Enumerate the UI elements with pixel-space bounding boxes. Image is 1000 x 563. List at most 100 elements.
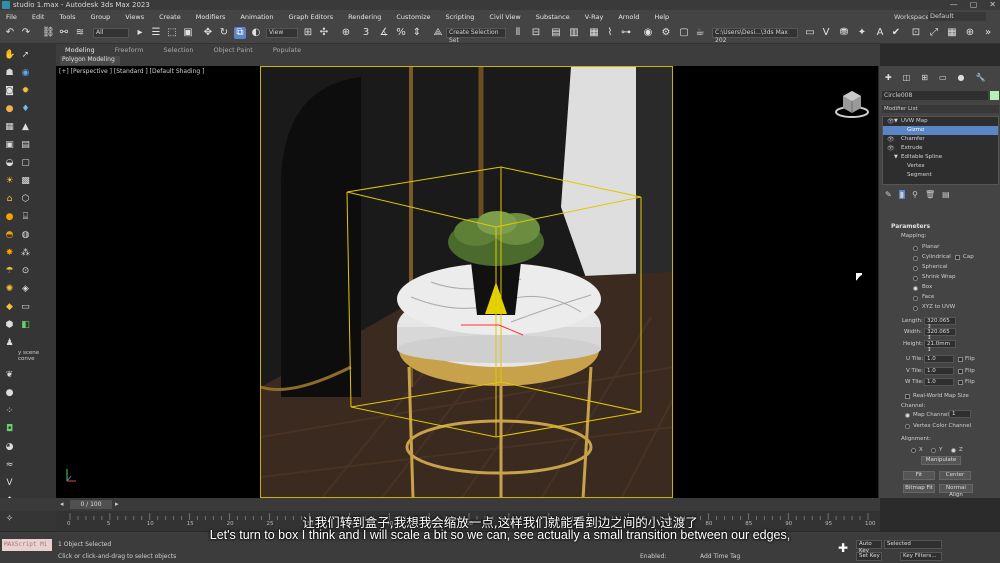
marker-icon[interactable]: ◘ xyxy=(4,424,15,434)
bitmap-fit-button[interactable]: Bitmap Fit xyxy=(903,484,935,493)
map-channel-radio[interactable] xyxy=(905,413,910,418)
expand-icon[interactable]: ⤢ xyxy=(928,27,940,39)
render-setup-icon[interactable]: ⚙ xyxy=(660,27,672,39)
menu-animation[interactable]: Animation xyxy=(240,13,273,21)
v-icon[interactable]: V xyxy=(4,478,15,488)
stack-item[interactable]: 👁 ▼ UVW Map xyxy=(883,117,998,126)
make-unique-icon[interactable]: ⚲ xyxy=(912,190,918,199)
real-world-checkbox[interactable] xyxy=(905,394,910,399)
maximize-button[interactable]: ▢ xyxy=(970,0,978,9)
particles-icon[interactable]: ⁘ xyxy=(4,406,15,416)
align-icon[interactable]: ⊟ xyxy=(530,27,542,39)
map-channel-spinner[interactable]: 1 xyxy=(949,410,971,418)
angle-snap-icon[interactable]: ∡ xyxy=(378,27,390,39)
teapot-icon[interactable]: ☗ xyxy=(4,68,15,78)
more-icon[interactable]: » xyxy=(982,27,994,39)
toggle-scene-explorer-icon[interactable]: ▤ xyxy=(550,27,562,39)
workspaces-dropdown[interactable]: Default xyxy=(928,12,986,21)
normal-align-button[interactable]: Normal Align xyxy=(939,484,973,498)
mapping-radio-planar[interactable] xyxy=(913,246,918,251)
menu-scripting[interactable]: Scripting xyxy=(446,13,475,21)
scale-icon[interactable]: ⧉ xyxy=(234,27,246,39)
hierarchy-tab-icon[interactable]: ⊞ xyxy=(921,73,928,82)
center-button[interactable]: Center xyxy=(939,471,971,480)
edit-named-sel-icon[interactable]: ⟁ xyxy=(432,27,444,39)
perspective-viewport[interactable]: [+] [Perspective ] [Standard ] [Default … xyxy=(56,66,878,498)
menu-rendering[interactable]: Rendering xyxy=(348,13,381,21)
height-spinner[interactable]: 21.0mm ↕ xyxy=(924,340,956,353)
project-path-field[interactable]: C:\Users\Desi...\3ds Max 202 xyxy=(712,28,798,44)
utile-spinner[interactable]: 1.0 xyxy=(924,355,954,363)
rect-selection-icon[interactable]: ⬚ xyxy=(166,27,178,39)
help-icon[interactable]: ⊕ xyxy=(964,27,976,39)
layer-explorer-icon[interactable]: ▥ xyxy=(568,27,580,39)
sphere-light-icon[interactable]: ● xyxy=(4,212,15,222)
mapping-radio-xyz-to-uvw[interactable] xyxy=(913,306,918,311)
redo-icon[interactable]: ↷ xyxy=(20,27,32,39)
vtile-spinner[interactable]: 1.0 xyxy=(924,367,954,375)
window-crossing-icon[interactable]: ▣ xyxy=(182,27,194,39)
menu-modifiers[interactable]: Modifiers xyxy=(196,13,226,21)
menu-edit[interactable]: Edit xyxy=(32,13,45,21)
cone-icon[interactable]: ▲ xyxy=(20,122,31,132)
width-spinner[interactable]: 320.065 ↕ xyxy=(924,328,956,341)
menu-substance[interactable]: Substance xyxy=(536,13,570,21)
named-selection-dropdown[interactable]: Create Selection Set xyxy=(446,28,506,44)
menu-group[interactable]: Group xyxy=(91,13,111,21)
select-object-icon[interactable]: ▸ xyxy=(134,27,146,39)
check-icon[interactable]: ✔ xyxy=(890,27,902,39)
plane-icon[interactable]: ▤ xyxy=(20,140,31,150)
menu-graph-editors[interactable]: Graph Editors xyxy=(289,13,334,21)
pin-stack-icon[interactable]: ✎ xyxy=(885,190,892,199)
next-frame-icon[interactable]: ▸ xyxy=(115,500,119,508)
globe-icon[interactable]: ◉ xyxy=(20,68,31,78)
percent-snap-icon[interactable]: % xyxy=(395,27,407,39)
menu-customize[interactable]: Customize xyxy=(396,13,430,21)
time-slider-thumb[interactable]: 0 / 100 xyxy=(70,500,112,509)
align-x-radio[interactable] xyxy=(911,448,916,453)
unlink-icon[interactable]: ⚯ xyxy=(58,27,70,39)
wflip-checkbox[interactable] xyxy=(958,380,963,385)
grid-icon[interactable]: ▦ xyxy=(4,122,15,132)
pin-icon[interactable]: ♦ xyxy=(20,104,31,114)
sphere-icon[interactable]: ● xyxy=(4,388,15,398)
eye-icon[interactable]: 👁 xyxy=(887,135,895,144)
render-teapot-icon[interactable]: ⛃ xyxy=(838,27,850,39)
arrow-icon[interactable]: ➚ xyxy=(20,50,31,60)
expand-icon[interactable]: ▼ xyxy=(894,153,898,162)
expand-icon[interactable]: ▼ xyxy=(894,117,898,126)
character-icon[interactable]: ♟ xyxy=(4,338,15,348)
modify-tab-icon[interactable]: ◫ xyxy=(903,73,911,82)
walkthrough-icon[interactable]: ▦ xyxy=(946,27,958,39)
render-elements-icon[interactable]: ◕ xyxy=(4,442,15,452)
frame-icon[interactable]: ▢ xyxy=(20,158,31,168)
snaps-toggle-icon[interactable]: 3 xyxy=(360,27,372,39)
viewport-icon[interactable]: ⊡ xyxy=(910,27,922,39)
menu-file[interactable]: File xyxy=(6,13,17,21)
stack-item[interactable]: ▼ Editable Spline xyxy=(883,153,998,162)
wave-icon[interactable]: ≈ xyxy=(4,460,15,470)
keyboard-shortcut-icon[interactable]: ⊕ xyxy=(340,27,352,39)
schematic-view-icon[interactable]: ⊶ xyxy=(620,27,632,39)
manipulate-button[interactable]: Manipulate xyxy=(921,456,961,465)
rendered-frame-icon[interactable]: ▢ xyxy=(678,27,690,39)
align-y-radio[interactable] xyxy=(931,448,936,453)
set-key-button[interactable]: Set Key xyxy=(856,552,882,561)
add-time-tag[interactable]: Add Time Tag xyxy=(700,553,740,560)
cube-icon[interactable]: ⬢ xyxy=(4,320,15,330)
ribbon-tab-populate[interactable]: Populate xyxy=(273,46,301,54)
menu-arnold[interactable]: Arnold xyxy=(618,13,639,21)
remove-modifier-icon[interactable]: 🗑 xyxy=(925,190,935,199)
placement-icon[interactable]: ◐ xyxy=(250,27,262,39)
uflip-checkbox[interactable] xyxy=(958,357,963,362)
menu-tools[interactable]: Tools xyxy=(59,13,75,21)
pivot-center-icon[interactable]: ⊞ xyxy=(302,27,314,39)
mesh-light-icon[interactable]: ◆ xyxy=(4,302,15,312)
prev-frame-icon[interactable]: ◂ xyxy=(60,500,64,508)
minimize-button[interactable]: — xyxy=(950,0,958,9)
ribbon-tab-object-paint[interactable]: Object Paint xyxy=(214,46,253,54)
close-button[interactable]: ✕ xyxy=(989,0,996,9)
ribbon-tab-freeform[interactable]: Freeform xyxy=(115,46,144,54)
image-icon[interactable]: ▩ xyxy=(20,176,31,186)
stack-item[interactable]: Vertex xyxy=(883,162,998,171)
